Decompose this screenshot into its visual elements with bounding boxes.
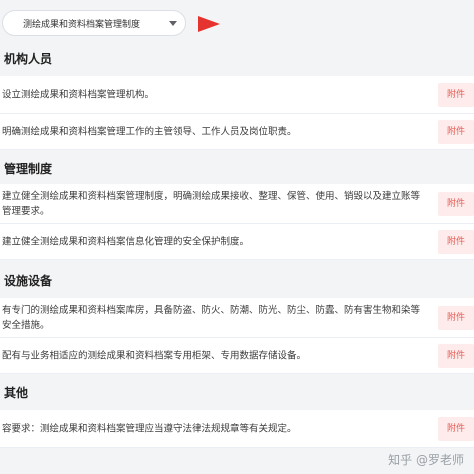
category-select-value: 测绘成果和资料档案管理制度 [23, 20, 141, 30]
chevron-down-icon [169, 21, 177, 26]
section-title-personnel: 机构人员 [0, 48, 474, 70]
attachment-button[interactable]: 附件 [438, 191, 474, 216]
table-row: 明确测绘成果和资料档案管理工作的主管领导、工作人员及岗位职责。 附件 [0, 114, 474, 150]
section-title-management: 管理制度 [0, 158, 474, 180]
attachment-button[interactable]: 附件 [438, 343, 474, 368]
section-title-facilities: 设施设备 [0, 270, 474, 292]
table-row: 容要求：测绘成果和资料档案管理应当遵守法律法规规章等有关规定。 附件 [0, 410, 474, 448]
table-row: 有专门的测绘成果和资料档案库房，具备防盗、防火、防潮、防光、防尘、防蠹、防有害生… [0, 298, 474, 338]
row-text: 明确测绘成果和资料档案管理工作的主管领导、工作人员及岗位职责。 [2, 126, 297, 137]
attachment-button[interactable]: 附件 [438, 229, 474, 254]
table-row: 建立健全测绘成果和资料档案管理制度，明确测绘成果接收、整理、保管、使用、销毁以及… [0, 184, 474, 224]
attachment-button[interactable]: 附件 [438, 305, 474, 330]
row-text: 设立测绘成果和资料档案管理机构。 [2, 89, 155, 100]
attachment-button[interactable]: 附件 [438, 119, 474, 144]
row-text: 有专门的测绘成果和资料档案库房，具备防盗、防火、防潮、防光、防尘、防蠹、防有害生… [2, 304, 421, 331]
row-text: 建立健全测绘成果和资料档案信息化管理的安全保护制度。 [2, 236, 250, 247]
table-row: 设立测绘成果和资料档案管理机构。 附件 [0, 76, 474, 114]
row-text: 容要求：测绘成果和资料档案管理应当遵守法律法规规章等有关规定。 [2, 423, 297, 434]
section-title-other: 其他 [0, 382, 474, 404]
red-arrow-icon [198, 16, 220, 32]
attachment-button[interactable]: 附件 [438, 82, 474, 107]
row-text: 配有与业务相适应的测绘成果和资料档案专用柜架、专用数据存储设备。 [2, 350, 307, 361]
table-row: 建立健全测绘成果和资料档案信息化管理的安全保护制度。 附件 [0, 224, 474, 260]
row-text: 建立健全测绘成果和资料档案管理制度，明确测绘成果接收、整理、保管、使用、销毁以及… [2, 190, 421, 217]
table-row: 配有与业务相适应的测绘成果和资料档案专用柜架、专用数据存储设备。 附件 [0, 338, 474, 374]
filter-bar: 测绘成果和资料档案管理制度 [0, 0, 474, 46]
watermark: 知乎 @罗老师 [388, 453, 464, 467]
category-select[interactable]: 测绘成果和资料档案管理制度 [2, 10, 186, 36]
attachment-button[interactable]: 附件 [438, 416, 474, 441]
